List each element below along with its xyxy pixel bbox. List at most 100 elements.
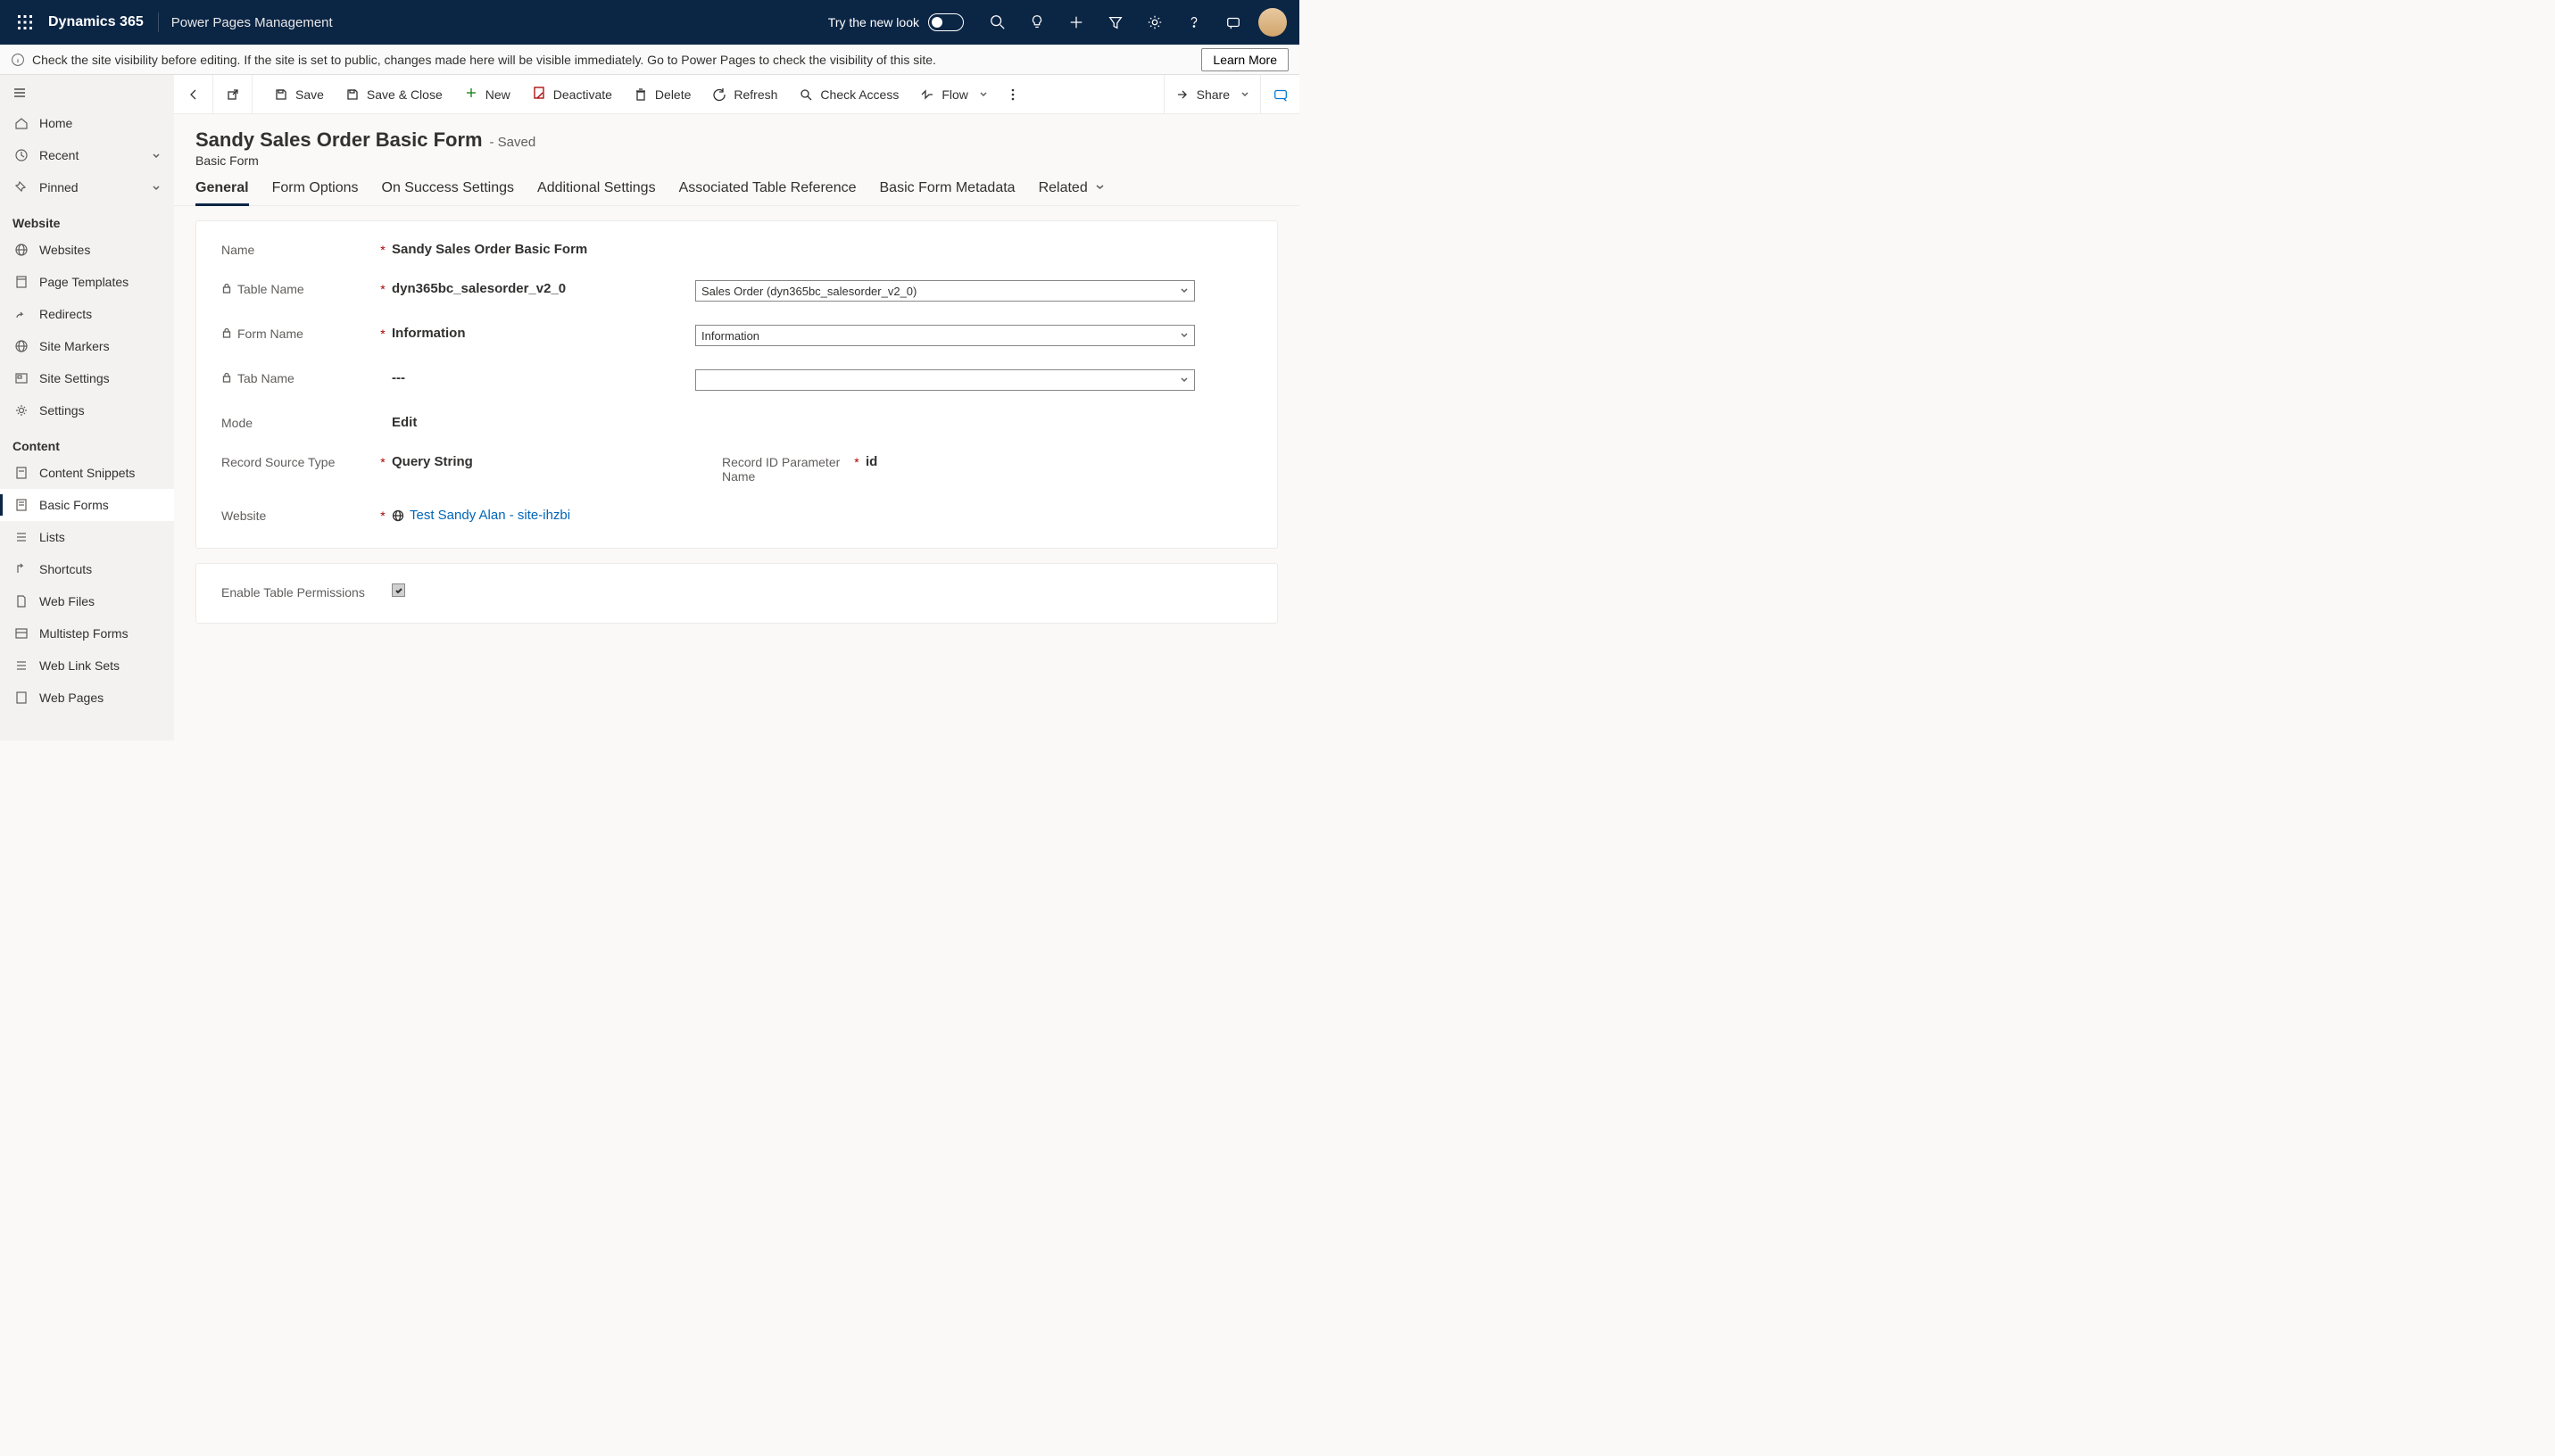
- nav-page-templates[interactable]: Page Templates: [0, 266, 174, 298]
- learn-more-button[interactable]: Learn More: [1201, 48, 1289, 71]
- globe-icon: [392, 509, 404, 522]
- app-name[interactable]: Power Pages Management: [171, 15, 333, 30]
- tab-basic-form-metadata[interactable]: Basic Form Metadata: [880, 180, 1016, 205]
- assistant-icon[interactable]: [1214, 3, 1253, 42]
- chevron-down-icon: [1237, 87, 1249, 102]
- multistep-icon: [12, 625, 30, 642]
- home-icon: [12, 114, 30, 132]
- nav-redirects[interactable]: Redirects: [0, 298, 174, 330]
- lock-icon: [221, 371, 232, 385]
- site-settings-icon: [12, 369, 30, 387]
- snippet-icon: [12, 464, 30, 482]
- command-bar: Save Save & Close New Deactivate Delete …: [174, 75, 1299, 114]
- page-header: Sandy Sales Order Basic Form - Saved Bas…: [174, 114, 1299, 168]
- list-icon: [12, 528, 30, 546]
- form-body[interactable]: Name * Sandy Sales Order Basic Form Tabl…: [174, 206, 1299, 740]
- save-close-label: Save & Close: [367, 87, 443, 102]
- label-form-name: Form Name: [221, 325, 377, 341]
- select-table-name[interactable]: Sales Order (dyn365bc_salesorder_v2_0): [695, 280, 1195, 302]
- value-website[interactable]: Test Sandy Alan - site-ihzbi: [392, 507, 695, 523]
- new-button[interactable]: New: [453, 75, 521, 114]
- search-icon[interactable]: [978, 3, 1017, 42]
- add-icon[interactable]: [1057, 3, 1096, 42]
- nav-multistep-forms[interactable]: Multistep Forms: [0, 617, 174, 649]
- nav-home[interactable]: Home: [0, 107, 174, 139]
- nav-recent-label: Recent: [39, 148, 79, 162]
- app-launcher-icon[interactable]: [7, 4, 43, 40]
- select-form-name-value: Information: [701, 329, 759, 343]
- collapse-nav-icon[interactable]: [0, 79, 174, 107]
- nav-site-settings-label: Site Settings: [39, 371, 110, 385]
- refresh-button[interactable]: Refresh: [701, 75, 788, 114]
- required-indicator: [377, 369, 388, 385]
- label-name: Name: [221, 241, 377, 257]
- nav-group-website: Website: [0, 203, 174, 234]
- check-access-button[interactable]: Check Access: [788, 75, 909, 114]
- value-tab-name: ---: [392, 369, 695, 385]
- value-record-id-param[interactable]: id: [866, 453, 877, 469]
- flow-label: Flow: [942, 87, 968, 102]
- value-mode[interactable]: Edit: [392, 414, 695, 430]
- value-record-source-type[interactable]: Query String: [392, 453, 695, 469]
- visibility-warning-bar: Check the site visibility before editing…: [0, 45, 1299, 75]
- tab-associated-table[interactable]: Associated Table Reference: [679, 180, 857, 205]
- filter-icon[interactable]: [1096, 3, 1135, 42]
- nav-web-pages-label: Web Pages: [39, 691, 104, 705]
- settings-gear-icon[interactable]: [1135, 3, 1174, 42]
- main-area: Save Save & Close New Deactivate Delete …: [174, 75, 1299, 740]
- nav-recent[interactable]: Recent: [0, 139, 174, 171]
- left-navigation: Home Recent Pinned Website Websites Page…: [0, 75, 174, 740]
- nav-site-settings[interactable]: Site Settings: [0, 362, 174, 394]
- deactivate-button[interactable]: Deactivate: [521, 75, 623, 114]
- open-new-window-button[interactable]: [213, 75, 253, 114]
- back-button[interactable]: [174, 75, 213, 114]
- checkbox-enable-table-permissions[interactable]: [392, 583, 405, 597]
- nav-pinned-label: Pinned: [39, 180, 79, 194]
- more-commands-button[interactable]: [999, 75, 1027, 114]
- nav-web-link-sets[interactable]: Web Link Sets: [0, 649, 174, 682]
- label-enable-table-permissions: Enable Table Permissions: [221, 583, 377, 600]
- select-tab-name[interactable]: [695, 369, 1195, 391]
- tab-general[interactable]: General: [195, 180, 249, 205]
- new-look-toggle[interactable]: [928, 13, 964, 31]
- user-avatar[interactable]: [1258, 8, 1287, 37]
- tab-on-success[interactable]: On Success Settings: [382, 180, 515, 205]
- nav-web-pages[interactable]: Web Pages: [0, 682, 174, 714]
- nav-basic-forms[interactable]: Basic Forms: [0, 489, 174, 521]
- copilot-icon[interactable]: [1260, 75, 1299, 114]
- nav-content-snippets[interactable]: Content Snippets: [0, 457, 174, 489]
- share-button[interactable]: Share: [1165, 75, 1260, 114]
- form-tabs: General Form Options On Success Settings…: [174, 168, 1299, 206]
- nav-lists[interactable]: Lists: [0, 521, 174, 553]
- nav-web-files[interactable]: Web Files: [0, 585, 174, 617]
- required-indicator: *: [377, 507, 388, 523]
- delete-button[interactable]: Delete: [623, 75, 701, 114]
- flow-button[interactable]: Flow: [909, 75, 999, 114]
- save-close-button[interactable]: Save & Close: [335, 75, 453, 114]
- save-button[interactable]: Save: [263, 75, 335, 114]
- tab-related[interactable]: Related: [1039, 180, 1106, 205]
- lock-icon: [221, 327, 232, 341]
- nav-shortcuts[interactable]: Shortcuts: [0, 553, 174, 585]
- nav-shortcuts-label: Shortcuts: [39, 562, 92, 576]
- value-website-text: Test Sandy Alan - site-ihzbi: [410, 508, 570, 523]
- tab-additional-settings[interactable]: Additional Settings: [537, 180, 656, 205]
- nav-site-markers[interactable]: Site Markers: [0, 330, 174, 362]
- nav-settings[interactable]: Settings: [0, 394, 174, 426]
- value-name[interactable]: Sandy Sales Order Basic Form: [392, 241, 695, 257]
- page-title: Sandy Sales Order Basic Form: [195, 128, 483, 151]
- globe-icon: [12, 337, 30, 355]
- lightbulb-icon[interactable]: [1017, 3, 1057, 42]
- required-indicator: *: [377, 453, 388, 469]
- nav-multistep-forms-label: Multistep Forms: [39, 626, 129, 641]
- chevron-down-icon: [1091, 180, 1105, 195]
- nav-pinned[interactable]: Pinned: [0, 171, 174, 203]
- tab-form-options[interactable]: Form Options: [272, 180, 359, 205]
- help-icon[interactable]: [1174, 3, 1214, 42]
- delete-label: Delete: [655, 87, 691, 102]
- template-icon: [12, 273, 30, 291]
- nav-home-label: Home: [39, 116, 72, 130]
- nav-websites[interactable]: Websites: [0, 234, 174, 266]
- brand-title[interactable]: Dynamics 365: [48, 14, 144, 30]
- select-form-name[interactable]: Information: [695, 325, 1195, 346]
